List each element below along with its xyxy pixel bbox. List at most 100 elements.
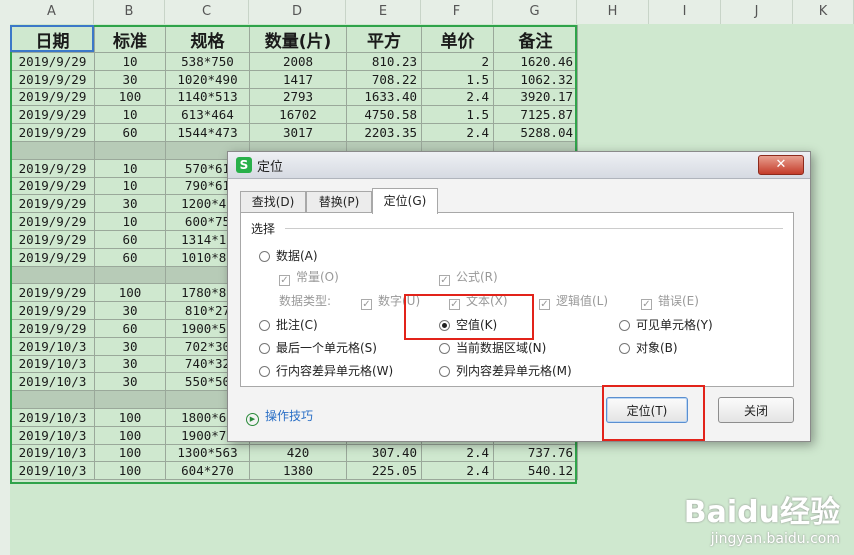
cell-standard[interactable]: 100 xyxy=(94,443,166,463)
column-header-j[interactable]: J xyxy=(721,0,793,24)
cell-standard[interactable]: 60 xyxy=(94,318,166,338)
cell-price[interactable]: 2.4 xyxy=(421,123,494,142)
column-header-h[interactable]: H xyxy=(577,0,649,24)
header-standard[interactable]: 标准 xyxy=(94,25,166,53)
column-header-e[interactable]: E xyxy=(346,0,421,24)
column-header-c[interactable]: C xyxy=(165,0,249,24)
cell-area[interactable]: 307.40 xyxy=(346,443,422,463)
cell-spec[interactable]: 1140*513 xyxy=(165,87,250,107)
cell-area[interactable]: 708.22 xyxy=(346,69,422,89)
radio-comment[interactable] xyxy=(259,320,270,331)
radio-data[interactable] xyxy=(259,251,270,262)
cell-date[interactable]: 2019/9/29 xyxy=(10,105,95,125)
cell-spec[interactable]: 1300*563 xyxy=(165,443,250,463)
cell-date[interactable]: 2019/9/29 xyxy=(10,194,95,214)
cell-standard[interactable]: 100 xyxy=(94,407,166,427)
cell-spec[interactable]: 1544*473 xyxy=(165,123,250,142)
option-comment[interactable]: 批注(C) xyxy=(259,316,318,333)
cell-standard[interactable]: 60 xyxy=(94,229,166,249)
cell-date[interactable]: 2019/10/3 xyxy=(10,461,95,481)
cell-date[interactable]: 2019/10/3 xyxy=(10,443,95,463)
cell-price[interactable]: 1.5 xyxy=(421,105,494,125)
cell-date[interactable]: 2019/9/29 xyxy=(10,87,95,107)
column-header-b[interactable]: B xyxy=(94,0,165,24)
cell-standard[interactable]: 100 xyxy=(94,425,166,445)
locate-button[interactable]: 定位(T) xyxy=(606,397,688,423)
cell-date[interactable]: 2019/10/3 xyxy=(10,407,95,427)
cell-spec[interactable]: 613*464 xyxy=(165,105,250,125)
header-notes[interactable]: 备注 xyxy=(493,25,578,53)
cell-price[interactable]: 2.4 xyxy=(421,461,494,481)
cell-date[interactable]: 2019/10/3 xyxy=(10,354,95,374)
cell-standard[interactable]: 100 xyxy=(94,461,166,481)
radio-row-diff[interactable] xyxy=(259,366,270,377)
header-area[interactable]: 平方 xyxy=(346,25,422,53)
column-header-g[interactable]: G xyxy=(493,0,577,24)
cell-notes[interactable]: 1062.32 xyxy=(493,69,578,89)
cell-date[interactable]: 2019/9/29 xyxy=(10,176,95,196)
cell-quantity[interactable]: 2008 xyxy=(249,52,347,71)
radio-objects[interactable] xyxy=(619,343,630,354)
cell-date[interactable]: 2019/10/3 xyxy=(10,372,95,392)
cell-price[interactable]: 2.4 xyxy=(421,443,494,463)
option-visible-cells[interactable]: 可见单元格(Y) xyxy=(619,316,713,333)
tab-goto[interactable]: 定位(G) xyxy=(372,188,438,214)
option-last-cell[interactable]: 最后一个单元格(S) xyxy=(259,339,377,356)
cell-quantity[interactable]: 16702 xyxy=(249,105,347,125)
cell-date[interactable]: 2019/9/29 xyxy=(10,229,95,249)
header-price[interactable]: 单价 xyxy=(421,25,494,53)
cell-standard[interactable]: 30 xyxy=(94,301,166,320)
cell-date[interactable]: 2019/9/29 xyxy=(10,301,95,320)
option-col-diff[interactable]: 列内容差异单元格(M) xyxy=(439,362,572,379)
header-quantity[interactable]: 数量(片) xyxy=(249,25,347,53)
cell-date[interactable] xyxy=(10,265,95,285)
cell-date[interactable]: 2019/9/29 xyxy=(10,158,95,178)
cell-notes[interactable]: 5288.04 xyxy=(493,123,578,142)
cell-standard[interactable]: 10 xyxy=(94,176,166,196)
cell-standard[interactable] xyxy=(94,140,166,160)
radio-current-region[interactable] xyxy=(439,343,450,354)
tab-replace[interactable]: 替换(P) xyxy=(306,191,372,213)
tips-link[interactable]: ▶ 操作技巧 xyxy=(246,407,313,426)
cell-standard[interactable]: 100 xyxy=(94,87,166,107)
cell-notes[interactable]: 540.12 xyxy=(493,461,578,481)
header-spec[interactable]: 规格 xyxy=(165,25,250,53)
cell-quantity[interactable]: 2793 xyxy=(249,87,347,107)
cell-quantity[interactable]: 1417 xyxy=(249,69,347,89)
radio-blank[interactable] xyxy=(439,320,450,331)
cell-notes[interactable]: 1620.46 xyxy=(493,52,578,71)
cell-date[interactable]: 2019/9/29 xyxy=(10,123,95,142)
radio-col-diff[interactable] xyxy=(439,366,450,377)
cell-quantity[interactable]: 420 xyxy=(249,443,347,463)
cell-date[interactable]: 2019/9/29 xyxy=(10,52,95,71)
cell-standard[interactable]: 30 xyxy=(94,69,166,89)
cell-spec[interactable]: 538*750 xyxy=(165,52,250,71)
option-current-region[interactable]: 当前数据区域(N) xyxy=(439,339,546,356)
cell-standard[interactable] xyxy=(94,265,166,285)
cell-date[interactable]: 2019/9/29 xyxy=(10,212,95,231)
cell-spec[interactable]: 1020*490 xyxy=(165,69,250,89)
radio-last-cell[interactable] xyxy=(259,343,270,354)
cell-price[interactable]: 2 xyxy=(421,52,494,71)
cell-quantity[interactable]: 3017 xyxy=(249,123,347,142)
tab-find[interactable]: 查找(D) xyxy=(240,191,306,213)
cell-standard[interactable] xyxy=(94,390,166,409)
cell-spec[interactable]: 604*270 xyxy=(165,461,250,481)
cell-standard[interactable]: 60 xyxy=(94,123,166,142)
cell-standard[interactable]: 10 xyxy=(94,105,166,125)
column-header-a[interactable]: A xyxy=(10,0,94,24)
cell-standard[interactable]: 30 xyxy=(94,336,166,356)
column-header-f[interactable]: F xyxy=(421,0,493,24)
cell-date[interactable]: 2019/10/3 xyxy=(10,425,95,445)
cell-area[interactable]: 810.23 xyxy=(346,52,422,71)
cell-standard[interactable]: 100 xyxy=(94,283,166,303)
cell-standard[interactable]: 60 xyxy=(94,247,166,267)
option-objects[interactable]: 对象(B) xyxy=(619,339,678,356)
cell-standard[interactable]: 30 xyxy=(94,372,166,392)
cell-area[interactable]: 225.05 xyxy=(346,461,422,481)
cell-date[interactable]: 2019/9/29 xyxy=(10,318,95,338)
cell-notes[interactable]: 7125.87 xyxy=(493,105,578,125)
column-header-k[interactable]: K xyxy=(793,0,854,24)
radio-visible-cells[interactable] xyxy=(619,320,630,331)
dialog-close-icon[interactable]: ✕ xyxy=(758,155,804,175)
